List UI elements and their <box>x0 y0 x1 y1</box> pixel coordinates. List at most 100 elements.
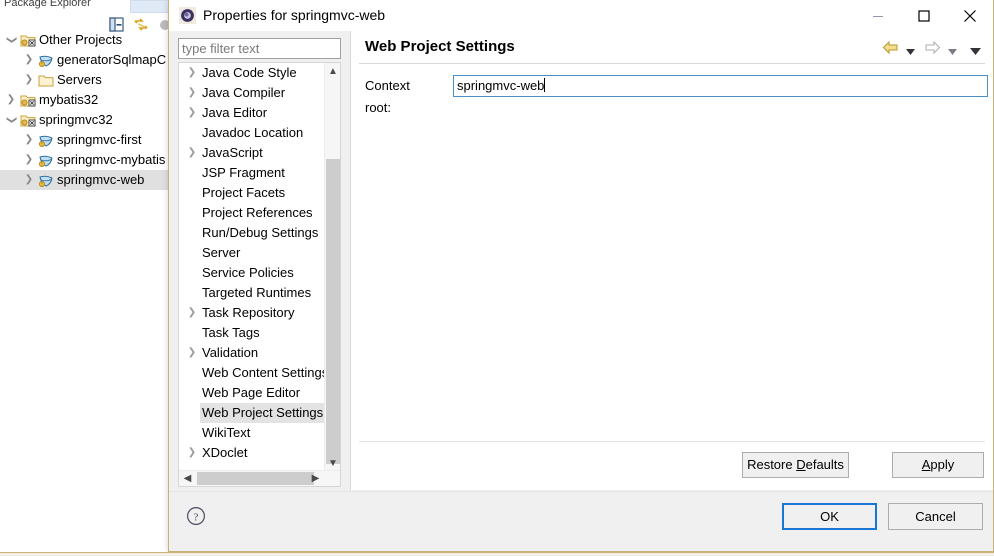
maximize-icon[interactable] <box>901 0 947 31</box>
chevron-right-icon[interactable]: ❯ <box>186 303 198 323</box>
settings-page: Web Project Settings Context root: sprin… <box>350 31 993 490</box>
restore-defaults-button[interactable]: Restore Defaults <box>742 452 849 478</box>
project-tree-item-label: generatorSqlmapC <box>57 52 167 67</box>
ok-button[interactable]: OK <box>782 503 877 530</box>
chevron-right-icon[interactable]: ❯ <box>22 130 36 150</box>
java-project-icon <box>20 33 36 48</box>
settings-tree-item[interactable]: ❯ Java Editor <box>179 103 325 123</box>
project-tree-item-label: springmvc32 <box>39 112 113 127</box>
chevron-right-icon[interactable]: ❯ <box>22 70 36 90</box>
context-root-input[interactable]: springmvc-web <box>453 75 988 97</box>
tree-vertical-scroll-thumb[interactable] <box>326 159 340 464</box>
text-caret <box>544 78 546 92</box>
settings-tree-item[interactable]: Run/Debug Settings <box>179 223 325 243</box>
chevron-right-icon[interactable]: ❯ <box>186 443 198 463</box>
tree-horizontal-scroll-thumb[interactable] <box>197 472 314 485</box>
restore-defaults-label: Restore Defaults <box>747 457 844 472</box>
chevron-down-icon[interactable]: ❯ <box>1 33 21 47</box>
project-tree-item[interactable]: ❯ springmvc32 <box>0 110 170 130</box>
scroll-up-icon[interactable]: ▲ <box>325 63 340 80</box>
chevron-down-icon[interactable]: ❯ <box>1 113 21 127</box>
back-arrow-icon[interactable] <box>882 40 899 58</box>
settings-tree-item-label: Web Project Settings <box>200 403 326 423</box>
close-icon[interactable] <box>947 0 993 31</box>
tree-horizontal-scrollbar[interactable]: ◀ ▶ <box>179 470 340 486</box>
help-icon[interactable]: ? <box>186 506 206 526</box>
project-tree: ❯ Other Projects ❯! generatorSqlmapC ❯ Server… <box>0 30 170 190</box>
settings-tree-item[interactable]: Web Page Editor <box>179 383 325 403</box>
package-explorer-view: Package Explorer ❯ Other Projects ❯ ! ge… <box>0 0 170 556</box>
project-tree-item-label: springmvc-first <box>57 132 142 147</box>
context-root-value: springmvc-web <box>457 78 545 93</box>
chevron-right-icon[interactable]: ❯ <box>186 63 198 83</box>
tree-vertical-scrollbar[interactable]: ▲ ▼ <box>324 63 340 472</box>
project-tree-item[interactable]: ❯! springmvc-first <box>0 130 170 150</box>
settings-tree-item[interactable]: Project References <box>179 203 325 223</box>
dialog-footer: ? OK Cancel <box>169 491 993 551</box>
settings-tree-item[interactable]: ❯ Validation <box>179 343 325 363</box>
chevron-right-icon[interactable]: ❯ <box>4 90 18 110</box>
project-tree-item[interactable]: ❯! springmvc-mybatis <box>0 150 170 170</box>
window-bottom-edge <box>0 552 994 556</box>
settings-tree-item-label: Targeted Runtimes <box>202 285 312 300</box>
settings-tree-item[interactable]: Web Project Settings <box>179 403 326 423</box>
cancel-button[interactable]: Cancel <box>888 503 983 530</box>
chevron-right-icon[interactable]: ❯ <box>22 170 36 190</box>
settings-tree-item[interactable]: ❯ JavaScript <box>179 143 325 163</box>
chevron-right-icon[interactable]: ❯ <box>186 103 198 123</box>
web-project-icon: ! <box>38 153 54 168</box>
settings-tree-item-label: JavaScript <box>202 145 263 160</box>
svg-text:?: ? <box>194 511 199 523</box>
settings-tree-item[interactable]: Web Content Settings <box>179 363 329 383</box>
project-tree-item-label: Servers <box>57 72 102 87</box>
filter-input[interactable]: type filter text <box>178 38 341 59</box>
chevron-right-icon[interactable]: ❯ <box>22 50 36 70</box>
dialog-title-bar[interactable]: Properties for springmvc-web <box>169 0 993 31</box>
settings-tree-item[interactable]: Project Facets <box>179 183 325 203</box>
project-tree-item-label: springmvc-mybatis <box>57 152 166 167</box>
settings-tree-item-label: Java Code Style <box>202 65 297 80</box>
settings-tree-item[interactable]: Server <box>179 243 325 263</box>
forward-arrow-icon[interactable] <box>924 40 941 58</box>
settings-tree-item[interactable]: ❯ Java Compiler <box>179 83 325 103</box>
settings-tree-item[interactable]: Targeted Runtimes <box>179 283 325 303</box>
settings-tree-item[interactable]: Service Policies <box>179 263 325 283</box>
minimize-icon[interactable] <box>855 0 901 31</box>
settings-tree-item[interactable]: WikiText <box>179 423 325 443</box>
settings-tree-item-label: XDoclet <box>202 445 248 460</box>
settings-tree-item[interactable]: JSP Fragment <box>179 163 325 183</box>
properties-dialog: Properties for springmvc-web type filter… <box>168 0 994 552</box>
chevron-right-icon[interactable]: ❯ <box>22 150 36 170</box>
settings-tree-item-label: Web Content Settings <box>202 365 329 380</box>
svg-text:!: ! <box>41 142 42 148</box>
settings-category-tree[interactable]: ❯ Java Code Style ❯ Java Compiler ❯ Java Edit… <box>178 62 341 487</box>
settings-tree-item[interactable]: ❯ Java Code Style <box>179 63 325 83</box>
project-tree-item[interactable]: ❯! generatorSqlmapC <box>0 50 170 70</box>
project-tree-item[interactable]: ❯ mybatis32 <box>0 90 170 110</box>
page-title: Web Project Settings <box>365 38 515 55</box>
apply-button[interactable]: Apply <box>892 452 984 478</box>
package-explorer-tab[interactable]: Package Explorer <box>0 0 170 14</box>
settings-tree-item[interactable]: ❯ Task Repository <box>179 303 325 323</box>
project-tree-item[interactable]: ❯ Other Projects <box>0 30 170 50</box>
project-tree-item[interactable]: ❯! springmvc-web <box>0 170 170 190</box>
settings-tree-item-label: JSP Fragment <box>202 165 285 180</box>
view-menu-icon[interactable] <box>970 43 981 58</box>
scroll-right-icon[interactable]: ▶ <box>307 471 324 486</box>
chevron-right-icon[interactable]: ❯ <box>186 343 198 363</box>
dialog-title: Properties for springmvc-web <box>203 7 386 23</box>
project-tree-item[interactable]: ❯ Servers <box>0 70 170 90</box>
chevron-right-icon[interactable]: ❯ <box>186 83 198 103</box>
editor-tab-highlight <box>130 0 170 13</box>
scroll-left-icon[interactable]: ◀ <box>179 471 196 486</box>
svg-text:!: ! <box>41 62 42 68</box>
web-project-icon: ! <box>38 53 54 68</box>
settings-tree-item[interactable]: Task Tags <box>179 323 325 343</box>
back-dropdown-icon[interactable] <box>906 43 915 58</box>
svg-text:!: ! <box>41 162 42 168</box>
chevron-right-icon[interactable]: ❯ <box>186 143 198 163</box>
settings-tree-item[interactable]: ❯ XDoclet <box>179 443 325 463</box>
forward-dropdown-icon[interactable] <box>948 43 957 58</box>
settings-tree-item[interactable]: Javadoc Location <box>179 123 325 143</box>
apply-label: Apply <box>921 457 955 472</box>
